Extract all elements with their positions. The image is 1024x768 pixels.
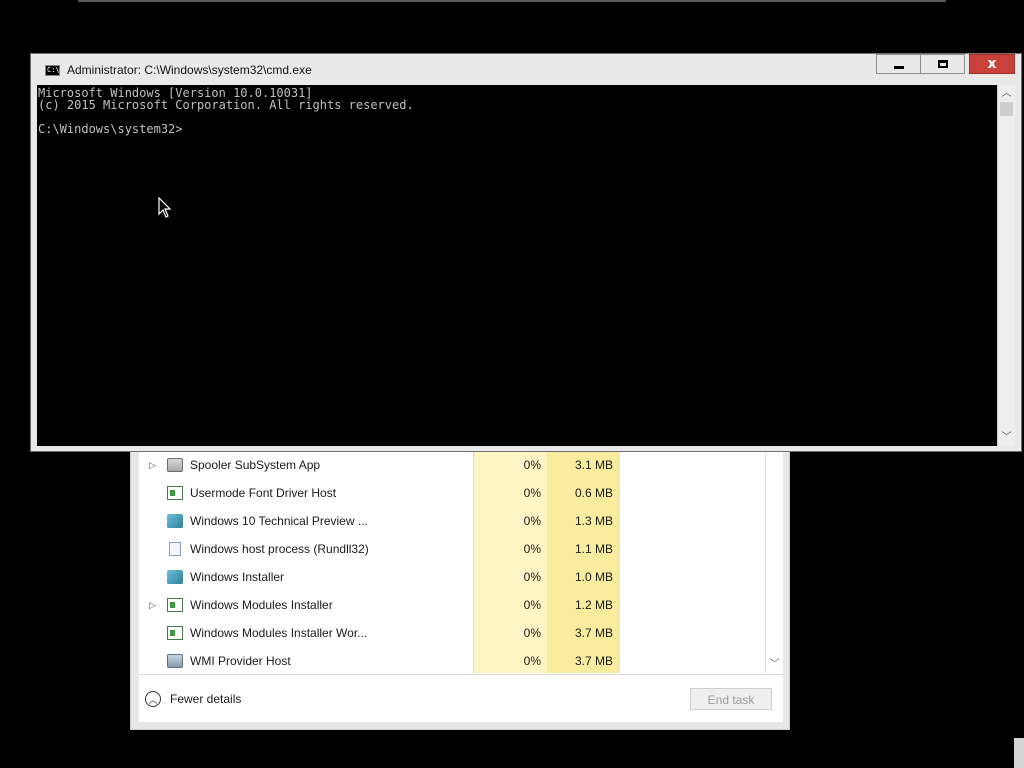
service-icon (167, 486, 183, 500)
document-icon (169, 542, 181, 556)
process-row[interactable]: WMI Provider Host 0% 3.7 MB (139, 648, 765, 673)
process-memory: 1.0 MB (574, 570, 613, 584)
process-name: Windows Modules Installer Wor... (190, 626, 368, 640)
close-icon: x (987, 56, 997, 72)
process-row[interactable]: ▷ Spooler SubSystem App 0% 3.1 MB (139, 452, 765, 480)
fewer-details-label: Fewer details (170, 692, 242, 706)
wmi-icon (167, 654, 183, 668)
expand-arrow-icon[interactable]: ▷ (149, 460, 159, 471)
process-memory: 1.1 MB (574, 542, 613, 556)
printer-icon (167, 458, 183, 472)
process-cpu: 0% (523, 654, 541, 668)
process-name: Windows host process (Rundll32) (190, 542, 369, 556)
process-memory: 1.3 MB (574, 514, 613, 528)
minimize-button[interactable] (876, 54, 921, 74)
console-output[interactable]: Microsoft Windows [Version 10.0.10031] (… (37, 85, 997, 446)
maximize-button[interactable] (920, 54, 965, 74)
scroll-down-icon[interactable]: ﹀ (998, 429, 1015, 446)
process-cpu: 0% (523, 486, 541, 500)
process-cpu: 0% (523, 542, 541, 556)
process-memory: 3.7 MB (574, 626, 613, 640)
process-list-scrollbar[interactable]: ﹀ (765, 445, 783, 673)
process-cpu: 0% (523, 570, 541, 584)
process-row[interactable]: ▷ Windows Modules Installer 0% 1.2 MB (139, 592, 765, 620)
minimize-icon (894, 66, 904, 69)
chevron-up-circle-icon: ︿ (145, 691, 161, 707)
scroll-thumb[interactable] (1000, 102, 1013, 116)
end-task-button[interactable]: End task (690, 688, 772, 710)
scroll-up-icon[interactable]: ︿ (998, 85, 1015, 102)
installer-icon (167, 514, 183, 528)
background-window-edge (78, 0, 946, 2)
process-memory: 3.1 MB (574, 458, 613, 472)
process-memory: 1.2 MB (574, 598, 613, 612)
process-name: Usermode Font Driver Host (190, 486, 337, 500)
scroll-down-icon[interactable]: ﹀ (766, 656, 783, 673)
service-icon (167, 626, 183, 640)
task-manager-content: ▷ Spooler SubSystem App 0% 3.1 MB Usermo… (139, 445, 783, 722)
process-cpu: 0% (523, 458, 541, 472)
process-name: Windows Modules Installer (190, 598, 333, 612)
maximize-icon (938, 60, 948, 68)
background-window-edge (1014, 738, 1024, 768)
process-row[interactable]: Usermode Font Driver Host 0% 0.6 MB (139, 480, 765, 508)
process-name: Windows Installer (190, 570, 285, 584)
process-cpu: 0% (523, 598, 541, 612)
process-row[interactable]: Windows host process (Rundll32) 0% 1.1 M… (139, 536, 765, 564)
task-manager-footer: ︿ Fewer details End task (139, 674, 783, 722)
console-text[interactable]: Microsoft Windows [Version 10.0.10031] (… (37, 85, 997, 135)
task-manager-window: ▷ Spooler SubSystem App 0% 3.1 MB Usermo… (130, 444, 790, 730)
console-scrollbar[interactable]: ︿ ﹀ (997, 85, 1015, 446)
cmd-app-icon[interactable]: C:\ (45, 65, 60, 76)
process-memory: 3.7 MB (574, 654, 613, 668)
mouse-pointer-icon (158, 197, 172, 218)
process-cpu: 0% (523, 626, 541, 640)
process-memory: 0.6 MB (574, 486, 613, 500)
process-name: Spooler SubSystem App (190, 458, 321, 472)
installer-icon (167, 570, 183, 584)
window-title: Administrator: C:\Windows\system32\cmd.e… (67, 63, 312, 77)
process-name: Windows 10 Technical Preview ... (190, 514, 368, 528)
cmd-title-bar[interactable]: C:\ Administrator: C:\Windows\system32\c… (31, 54, 1021, 85)
close-button[interactable]: x (969, 54, 1015, 74)
expand-arrow-icon[interactable]: ▷ (149, 600, 159, 611)
service-icon (167, 598, 183, 612)
process-row[interactable]: Windows Installer 0% 1.0 MB (139, 564, 765, 592)
process-name: WMI Provider Host (190, 654, 291, 668)
fewer-details-button[interactable]: ︿ Fewer details (145, 689, 241, 709)
process-list: ▷ Spooler SubSystem App 0% 3.1 MB Usermo… (139, 445, 783, 673)
process-row[interactable]: Windows 10 Technical Preview ... 0% 1.3 … (139, 508, 765, 536)
process-cpu: 0% (523, 514, 541, 528)
cmd-window[interactable]: C:\ Administrator: C:\Windows\system32\c… (30, 53, 1022, 452)
process-row[interactable]: Windows Modules Installer Wor... 0% 3.7 … (139, 620, 765, 648)
